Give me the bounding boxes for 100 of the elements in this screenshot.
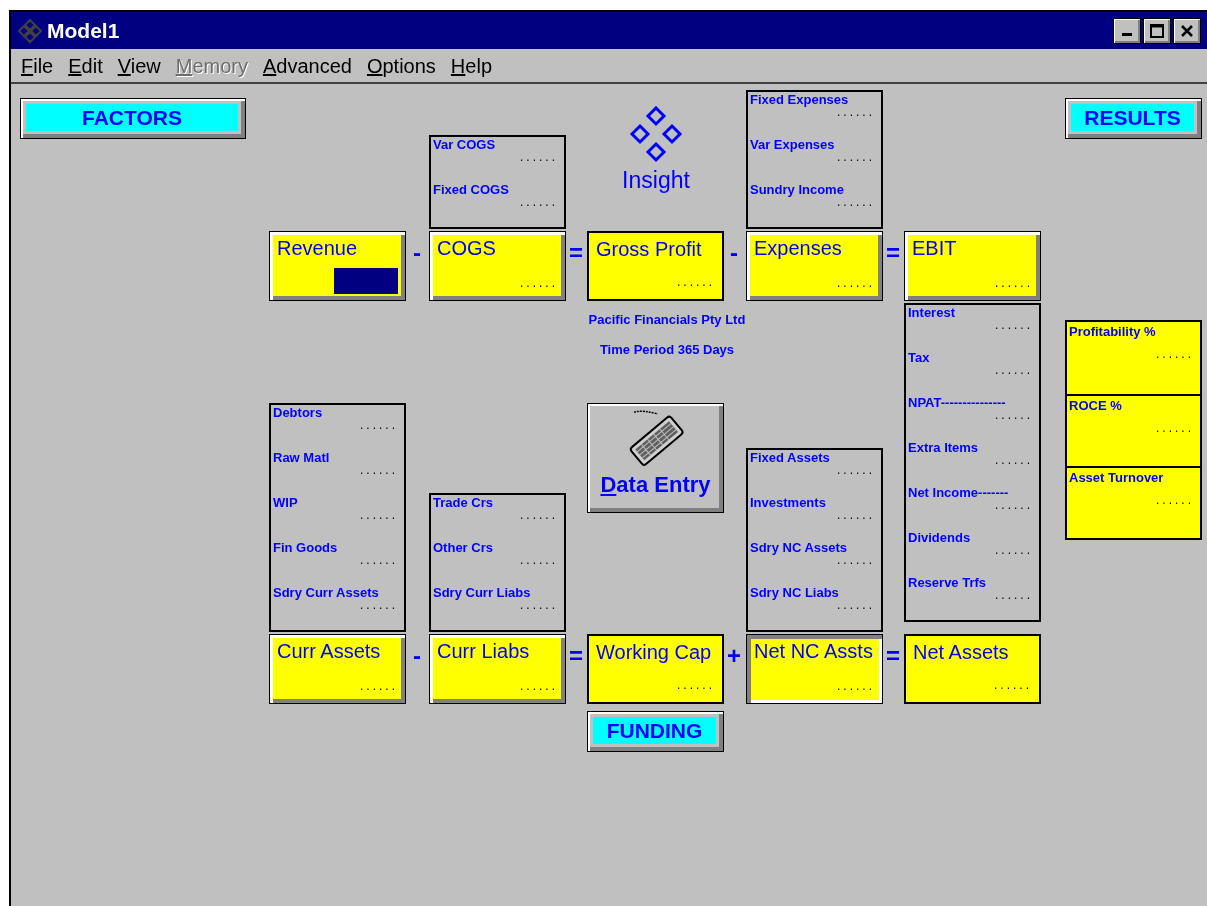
value-dots: ...... (520, 554, 558, 567)
value-dots: ...... (520, 509, 558, 522)
box-label: Net NC Assts (754, 639, 874, 664)
detail-label[interactable]: Fixed COGS (433, 182, 509, 199)
section-button[interactable]: RESULTS (1065, 98, 1202, 139)
detail-label[interactable]: Net Income------- (908, 485, 1009, 502)
detail-label[interactable]: Raw Matl (273, 450, 330, 467)
detail-label[interactable]: Dividends (908, 530, 971, 547)
section-button[interactable]: FACTORS (20, 98, 246, 139)
value-dots: ...... (360, 464, 398, 477)
menu-item[interactable]: Help (450, 50, 492, 81)
value-dots: ...... (995, 589, 1033, 602)
minimize-icon (1122, 33, 1132, 36)
value-dots: ...... (994, 678, 1032, 692)
value-dots: ...... (837, 151, 875, 164)
time-period: Time Period 365 Days (598, 341, 736, 359)
detail-label[interactable]: Debtors (273, 405, 323, 422)
value-dots: ...... (837, 196, 875, 209)
detail-label[interactable]: Tax (908, 350, 930, 367)
value-dots: ...... (837, 679, 875, 693)
box-label: Gross Profit (596, 237, 703, 262)
value-box[interactable]: Net Assets ...... (904, 634, 1041, 704)
box-label: Curr Assets (277, 639, 382, 664)
box-label: Revenue (277, 236, 359, 261)
box-label: EBIT (912, 236, 958, 261)
value-dots: ...... (360, 679, 398, 693)
detail-label[interactable]: Interest (908, 305, 955, 322)
value-dots: ...... (995, 319, 1033, 332)
value-dots: ...... (995, 454, 1033, 467)
operator-sign: - (412, 241, 422, 265)
company-name: Pacific Financials Pty Ltd (587, 311, 747, 329)
detail-label[interactable]: Sundry Income (750, 182, 844, 199)
value-box[interactable]: Revenue (269, 231, 406, 301)
value-dots: ...... (995, 409, 1033, 422)
value-dots: ...... (360, 599, 398, 612)
value-dots: ...... (837, 106, 875, 119)
value-dots: ...... (995, 499, 1033, 512)
detail-label[interactable]: Var Expenses (750, 137, 835, 154)
minimize-button[interactable] (1113, 17, 1141, 44)
value-box[interactable]: Gross Profit ...... (587, 231, 724, 301)
detail-label[interactable]: Trade Crs (433, 495, 493, 512)
value-dots: ...... (1156, 422, 1194, 435)
operator-sign: - (412, 644, 422, 668)
detail-label[interactable]: Extra Items (908, 440, 979, 457)
value-dots: ...... (995, 544, 1033, 557)
value-box[interactable]: Curr Assets ...... (269, 634, 406, 704)
detail-label[interactable]: Reserve Trfs (908, 575, 987, 592)
detail-label[interactable]: Sdry NC Assets (750, 540, 848, 557)
box-label: Working Cap (596, 640, 713, 665)
detail-label[interactable]: WIP (273, 495, 298, 512)
value-dots: ...... (520, 599, 558, 612)
operator-sign: - (729, 241, 739, 265)
detail-label[interactable]: Fixed Expenses (750, 92, 849, 109)
value-box[interactable]: Expenses ...... (746, 231, 883, 301)
detail-label[interactable]: Fixed Assets (750, 450, 830, 467)
close-button[interactable] (1173, 17, 1201, 44)
detail-label[interactable]: Sdry Curr Liabs (433, 585, 531, 602)
operator-sign: = (568, 241, 584, 265)
value-dots: ...... (837, 464, 875, 477)
value-dots: ...... (995, 276, 1033, 290)
data-entry-button[interactable]: Data Entry (587, 403, 724, 513)
detail-label[interactable]: NPAT--------------- (908, 395, 1006, 412)
value-dots: ...... (360, 509, 398, 522)
app-icon (17, 17, 43, 44)
menu-item[interactable]: File (21, 50, 54, 81)
value-dots: ...... (677, 678, 715, 692)
detail-label[interactable]: Investments (750, 495, 826, 512)
menu-item[interactable]: Advanced (262, 50, 352, 81)
value-dots: ...... (995, 364, 1033, 377)
value-box[interactable]: Curr Liabs ...... (429, 634, 566, 704)
value-dots: ...... (837, 276, 875, 290)
result-label: Asset Turnover (1069, 470, 1165, 487)
section-button[interactable]: FUNDING (587, 711, 724, 752)
value-box[interactable]: Net NC Assts ...... (746, 634, 883, 704)
value-dots: ...... (360, 554, 398, 567)
detail-label[interactable]: Var COGS (433, 137, 496, 154)
logo-text: Insight (622, 166, 690, 195)
value-dots: ...... (837, 509, 875, 522)
value-dots: ...... (837, 554, 875, 567)
detail-label[interactable]: Other Crs (433, 540, 493, 557)
detail-label[interactable]: Fin Goods (273, 540, 338, 557)
menu-item[interactable]: Edit (68, 50, 103, 81)
detail-label[interactable]: Sdry Curr Assets (273, 585, 379, 602)
value-box[interactable]: COGS ...... (429, 231, 566, 301)
value-dots: ...... (1156, 348, 1194, 361)
result-label: Profitability % (1069, 324, 1157, 341)
value-dots: ...... (520, 196, 558, 209)
operator-sign: = (885, 241, 901, 265)
menu-item[interactable]: View (117, 50, 161, 81)
value-dots: ...... (837, 599, 875, 612)
value-box[interactable]: Working Cap ...... (587, 634, 724, 704)
menu-item[interactable]: Options (366, 50, 436, 81)
value-dots: ...... (520, 679, 558, 693)
maximize-icon (1150, 23, 1164, 38)
detail-label[interactable]: Sdry NC Liabs (750, 585, 839, 602)
value-box[interactable]: EBIT ...... (904, 231, 1041, 301)
operator-sign: = (568, 644, 584, 668)
box-label: Expenses (754, 236, 843, 261)
operator-sign: + (726, 644, 742, 668)
maximize-button[interactable] (1143, 17, 1171, 44)
